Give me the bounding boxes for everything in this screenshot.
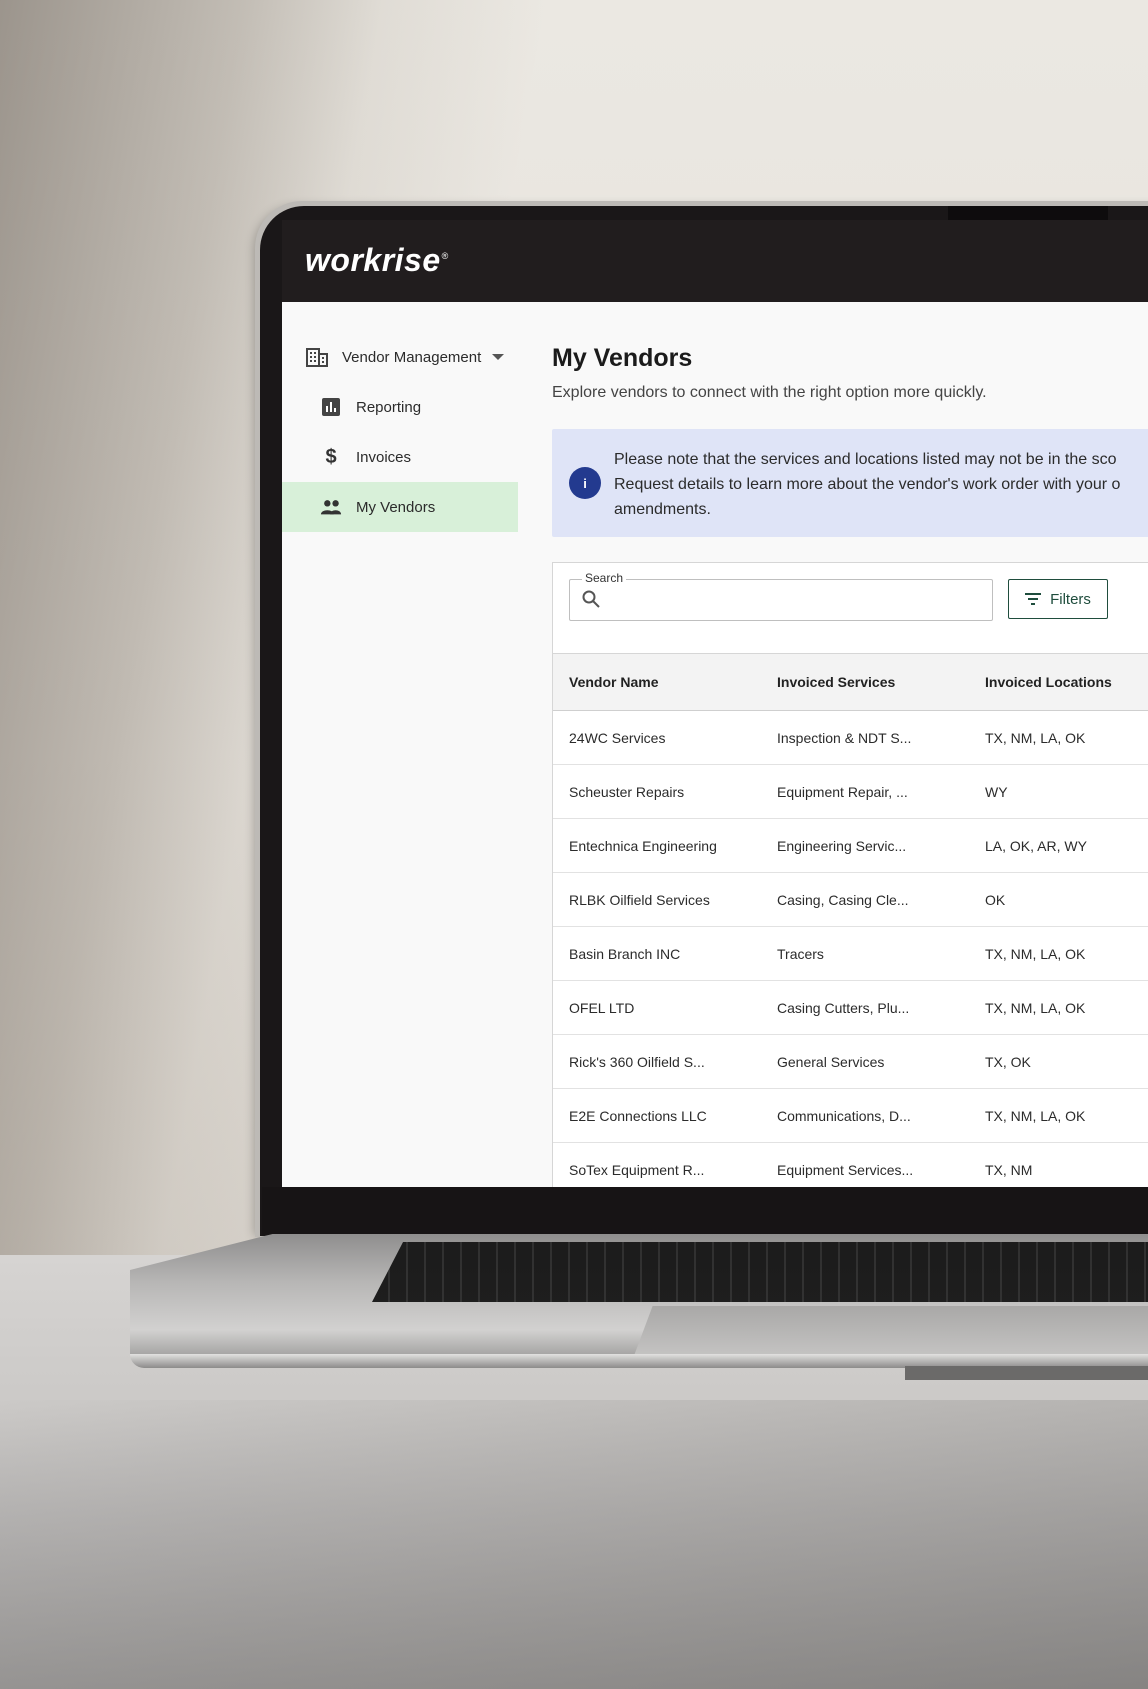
laptop-foot xyxy=(905,1366,1148,1380)
sidebar-item-label: My Vendors xyxy=(356,498,436,516)
page-title: My Vendors xyxy=(552,344,693,372)
table-row[interactable]: RLBK Oilfield Services Casing, Casing Cl… xyxy=(553,873,1148,927)
cell-invoiced-services: Inspection & NDT S... xyxy=(777,729,912,746)
cell-invoiced-services: General Services xyxy=(777,1053,885,1070)
laptop-keyboard xyxy=(372,1242,1148,1302)
cell-invoiced-locations: WY xyxy=(985,783,1008,800)
info-icon: i xyxy=(569,467,601,499)
vendors-panel: Search Filters Vendor Name Invoiced Serv… xyxy=(552,562,1148,1187)
notice-text: Please note that the services and locati… xyxy=(614,447,1148,522)
table-row[interactable]: E2E Connections LLC Communications, D...… xyxy=(553,1089,1148,1143)
cell-invoiced-locations: TX, OK xyxy=(985,1053,1031,1070)
search-icon xyxy=(582,590,600,613)
sidebar-item-label: Invoices xyxy=(356,448,412,466)
desk-shadow xyxy=(0,1400,1148,1689)
table-row[interactable]: SoTex Equipment R... Equipment Services.… xyxy=(553,1143,1148,1187)
search-input[interactable] xyxy=(610,588,974,612)
table-row[interactable]: Rick's 360 Oilfield S... General Service… xyxy=(553,1035,1148,1089)
sidebar: Vendor Management Reporting $ Invoices M… xyxy=(282,332,518,532)
filters-label: Filters xyxy=(1050,590,1091,608)
column-header-invoiced-services[interactable]: Invoiced Services xyxy=(761,674,969,690)
search-label: Search xyxy=(582,571,627,585)
cell-invoiced-services: Communications, D... xyxy=(777,1107,911,1124)
cell-invoiced-locations: TX, NM, LA, OK xyxy=(985,1107,1086,1124)
cell-invoiced-services: Equipment Repair, ... xyxy=(777,783,908,800)
cell-invoiced-services: Tracers xyxy=(777,945,824,962)
cell-invoiced-locations: TX, NM xyxy=(985,1161,1033,1178)
sidebar-item-invoices[interactable]: $ Invoices xyxy=(282,432,518,482)
table-row[interactable]: Scheuster Repairs Equipment Repair, ... … xyxy=(553,765,1148,819)
cell-vendor-name: RLBK Oilfield Services xyxy=(569,891,710,908)
sidebar-item-my-vendors[interactable]: My Vendors xyxy=(282,482,518,532)
chevron-down-icon[interactable] xyxy=(492,354,504,360)
sidebar-item-reporting[interactable]: Reporting xyxy=(282,382,518,432)
sidebar-item-vendor-management[interactable]: Vendor Management xyxy=(282,332,518,382)
cell-vendor-name: Basin Branch INC xyxy=(569,945,681,962)
cell-vendor-name: Scheuster Repairs xyxy=(569,783,685,800)
cell-vendor-name: E2E Connections LLC xyxy=(569,1107,707,1124)
vendors-table: Vendor Name Invoiced Services Invoiced L… xyxy=(553,653,1148,1187)
notice-line: Request details to learn more about the … xyxy=(614,476,1121,493)
notice-line: amendments. xyxy=(614,501,711,518)
cell-invoiced-locations: TX, NM, LA, OK xyxy=(985,945,1086,962)
cell-invoiced-services: Casing, Casing Cle... xyxy=(777,891,909,908)
building-icon xyxy=(306,346,328,368)
laptop-bezel-bottom xyxy=(262,1187,1148,1235)
cell-invoiced-locations: LA, OK, AR, WY xyxy=(985,837,1087,854)
cell-vendor-name: SoTex Equipment R... xyxy=(569,1161,705,1178)
column-header-invoiced-locations[interactable]: Invoiced Locations xyxy=(969,674,1148,690)
page-subtitle: Explore vendors to connect with the righ… xyxy=(552,384,987,401)
workrise-logo[interactable]: workrise® xyxy=(305,242,449,279)
cell-invoiced-services: Engineering Servic... xyxy=(777,837,907,854)
table-row[interactable]: Entechnica Engineering Engineering Servi… xyxy=(553,819,1148,873)
column-header-vendor-name[interactable]: Vendor Name xyxy=(553,674,761,690)
people-icon xyxy=(320,496,342,518)
table-header: Vendor Name Invoiced Services Invoiced L… xyxy=(553,653,1148,711)
cell-vendor-name: Rick's 360 Oilfield S... xyxy=(569,1053,705,1070)
table-row[interactable]: 24WC Services Inspection & NDT S... TX, … xyxy=(553,711,1148,765)
app-screen: Vendor Management Reporting $ Invoices M… xyxy=(282,302,1148,1187)
dollar-icon: $ xyxy=(325,445,337,468)
logo-registered-mark: ® xyxy=(441,251,449,262)
notice-line: Please note that the services and locati… xyxy=(614,451,1117,468)
cell-invoiced-locations: OK xyxy=(985,891,1006,908)
table-row[interactable]: Basin Branch INC Tracers TX, NM, LA, OK xyxy=(553,927,1148,981)
filter-icon xyxy=(1025,593,1042,605)
search-field[interactable]: Search xyxy=(569,571,993,621)
cell-vendor-name: Entechnica Engineering xyxy=(569,837,717,854)
cell-invoiced-services: Casing Cutters, Plu... xyxy=(777,999,910,1016)
logo-text: workrise xyxy=(305,242,441,278)
filters-button[interactable]: Filters xyxy=(1008,579,1108,619)
table-row[interactable]: OFEL LTD Casing Cutters, Plu... TX, NM, … xyxy=(553,981,1148,1035)
info-notice: i Please note that the services and loca… xyxy=(552,429,1148,537)
sidebar-item-label: Reporting xyxy=(356,398,422,416)
cell-vendor-name: OFEL LTD xyxy=(569,999,635,1016)
bar-chart-icon xyxy=(320,396,342,418)
cell-invoiced-locations: TX, NM, LA, OK xyxy=(985,729,1086,746)
cell-invoiced-locations: TX, NM, LA, OK xyxy=(985,999,1086,1016)
sidebar-item-label: Vendor Management xyxy=(342,348,482,366)
cell-vendor-name: 24WC Services xyxy=(569,729,666,746)
cell-invoiced-services: Equipment Services... xyxy=(777,1161,914,1178)
laptop-trackpad xyxy=(632,1306,1148,1361)
